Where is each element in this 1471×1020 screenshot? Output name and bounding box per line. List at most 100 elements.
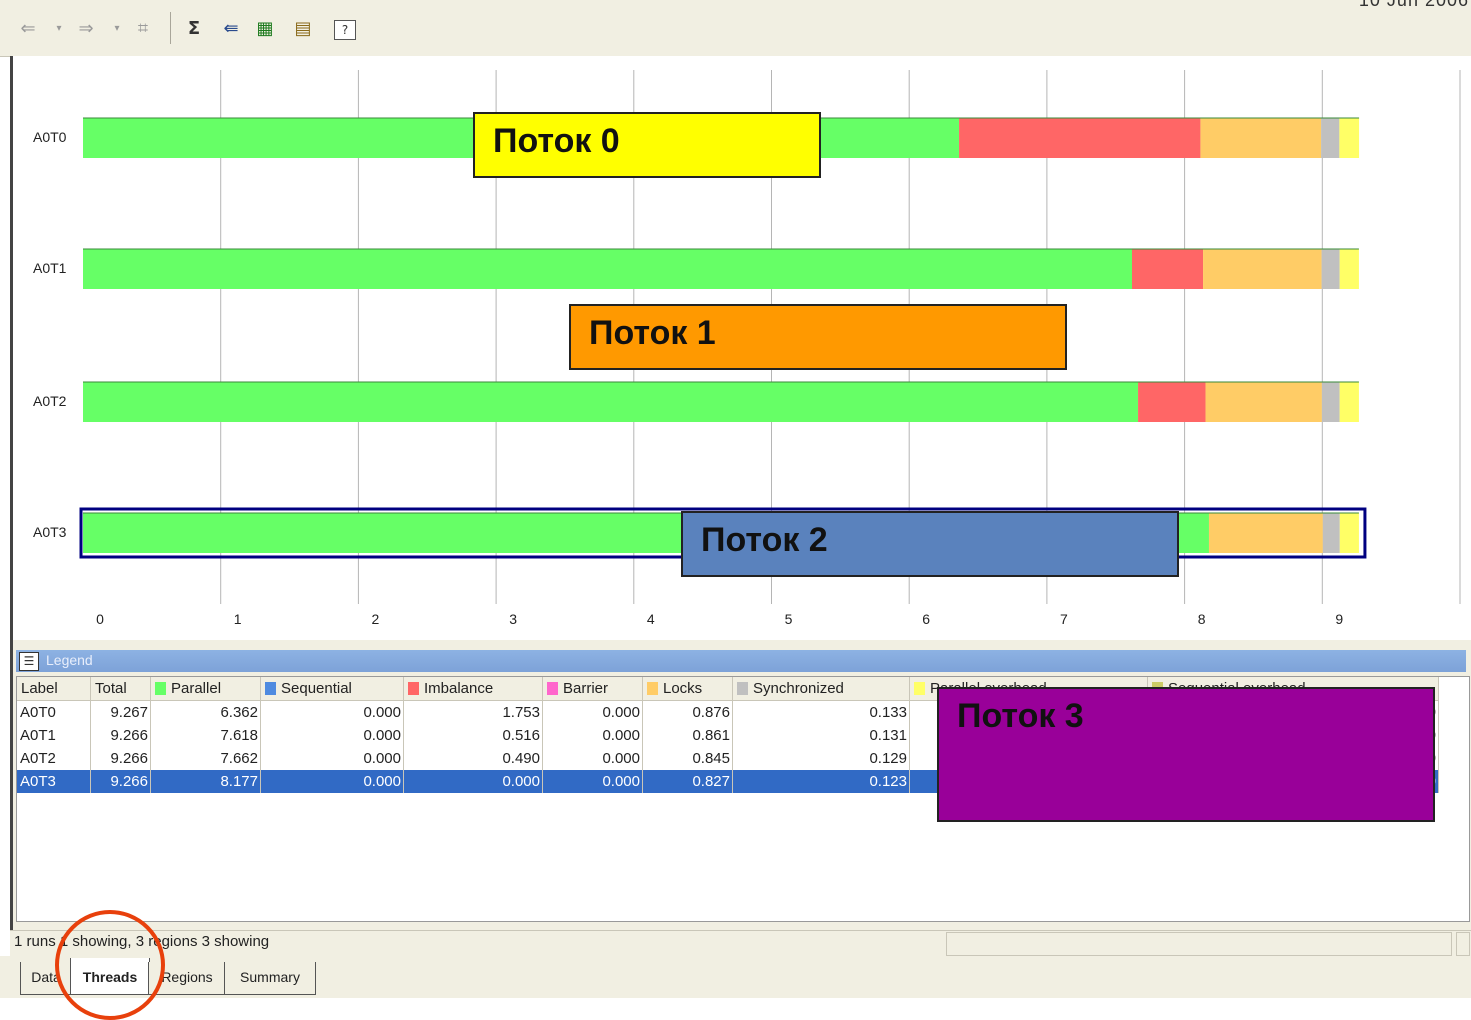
callout-thread-1: Поток 1 xyxy=(569,304,1067,370)
cell-locks: 0.827 xyxy=(642,770,733,793)
callout-thread-2: Поток 2 xyxy=(681,511,1179,577)
cell-sequential: 0.000 xyxy=(260,700,404,724)
legend-header xyxy=(16,650,1466,672)
cell-imbalance: 0.000 xyxy=(403,770,543,793)
cell-sequential: 0.000 xyxy=(260,724,404,747)
x-tick-label: 4 xyxy=(647,611,655,627)
col-barrier-text: Barrier xyxy=(563,680,609,697)
col-barrier[interactable]: Barrier xyxy=(542,677,643,701)
x-tick-label: 3 xyxy=(509,611,517,627)
callout-thread-3: Поток 3 xyxy=(937,687,1435,822)
cell-parallel: 8.177 xyxy=(150,770,261,793)
sigma-icon[interactable]: Σ xyxy=(184,18,204,40)
bar-segment-parallel-overhead xyxy=(1339,382,1359,422)
synchronized-swatch xyxy=(737,682,748,695)
bar-segment-synchronized xyxy=(1321,118,1340,158)
cell-barrier: 0.000 xyxy=(542,724,643,747)
dropdown-icon[interactable]: ▾ xyxy=(52,18,66,40)
parallel-swatch xyxy=(155,682,166,695)
col-locks[interactable]: Locks xyxy=(642,677,733,701)
cell-sequential: 0.000 xyxy=(260,770,404,793)
cell-locks: 0.876 xyxy=(642,700,733,724)
bar-segment-synchronized xyxy=(1321,249,1340,289)
cell-imbalance: 1.753 xyxy=(403,700,543,724)
x-tick-label: 9 xyxy=(1335,611,1343,627)
col-total[interactable]: Total xyxy=(90,677,151,701)
cell-total: 9.266 xyxy=(90,747,151,770)
toolbar-separator xyxy=(170,12,171,44)
x-tick-label: 2 xyxy=(372,611,380,627)
collapse-icon[interactable]: ⇚ xyxy=(220,18,242,40)
cell-barrier: 0.000 xyxy=(542,770,643,793)
cell-synchronized: 0.123 xyxy=(732,770,910,793)
forward-arrow-icon[interactable]: ⇒ xyxy=(76,18,96,40)
bar-segment-synchronized xyxy=(1321,382,1340,422)
bar-segment-parallel-overhead xyxy=(1339,513,1359,553)
bar-segment-imbalance xyxy=(1131,249,1204,289)
bar-segment-parallel-overhead xyxy=(1339,249,1359,289)
imbalance-swatch xyxy=(408,682,419,695)
help-icon[interactable]: ? xyxy=(334,20,356,40)
x-tick-label: 8 xyxy=(1198,611,1206,627)
bar-segment-imbalance xyxy=(1138,382,1206,422)
col-synchronized[interactable]: Synchronized xyxy=(732,677,910,701)
legend-title: Legend xyxy=(46,652,93,668)
bar-segment-locks xyxy=(1200,118,1322,158)
col-imbalance[interactable]: Imbalance xyxy=(403,677,543,701)
cell-label: A0T2 xyxy=(17,747,91,770)
locks-swatch xyxy=(647,682,658,695)
col-sequential[interactable]: Sequential xyxy=(260,677,404,701)
filter-icon[interactable]: ⌗ xyxy=(132,18,154,40)
callout-thread-3-text: Поток 3 xyxy=(957,697,1084,735)
tab-summary[interactable]: Summary xyxy=(224,962,316,995)
cell-total: 9.267 xyxy=(90,700,151,724)
callout-thread-0: Поток 0 xyxy=(473,112,821,178)
cell-total: 9.266 xyxy=(90,770,151,793)
col-locks-text: Locks xyxy=(663,680,703,697)
x-tick-label: 0 xyxy=(96,611,104,627)
back-arrow-icon[interactable]: ⇐ xyxy=(18,18,38,40)
date-label: 10 Jun 2006 xyxy=(1358,0,1469,10)
bar-segment-imbalance xyxy=(959,118,1201,158)
status-cell xyxy=(1456,932,1470,956)
cell-label: A0T3 xyxy=(17,770,91,793)
excel-export-icon[interactable]: ▦ xyxy=(254,18,276,40)
parallel-overhead-swatch xyxy=(914,682,925,695)
bar-segment-locks xyxy=(1205,382,1322,422)
cell-locks: 0.861 xyxy=(642,724,733,747)
col-synchronized-text: Synchronized xyxy=(753,680,844,697)
col-parallel[interactable]: Parallel xyxy=(150,677,261,701)
category-label: A0T0 xyxy=(33,129,67,145)
bar-segment-parallel xyxy=(83,382,1139,422)
cell-barrier: 0.000 xyxy=(542,700,643,724)
cell-parallel: 6.362 xyxy=(150,700,261,724)
col-label[interactable]: Label xyxy=(17,677,91,701)
callout-thread-0-text: Поток 0 xyxy=(493,122,620,160)
col-parallel-text: Parallel xyxy=(171,680,222,697)
callout-thread-2-text: Поток 2 xyxy=(701,521,828,559)
col-sequential-text: Sequential xyxy=(281,680,352,697)
cell-total: 9.266 xyxy=(90,724,151,747)
cell-parallel: 7.618 xyxy=(150,724,261,747)
category-label: A0T2 xyxy=(33,393,67,409)
window-icon[interactable]: ▤ xyxy=(292,18,314,40)
bar-segment-synchronized xyxy=(1322,513,1340,553)
bar-segment-parallel-overhead xyxy=(1339,118,1360,158)
bar-segment-locks xyxy=(1203,249,1322,289)
sequential-swatch xyxy=(265,682,276,695)
col-imbalance-text: Imbalance xyxy=(424,680,494,697)
cell-label: A0T1 xyxy=(17,724,91,747)
cell-imbalance: 0.490 xyxy=(403,747,543,770)
x-tick-label: 5 xyxy=(785,611,793,627)
cell-synchronized: 0.133 xyxy=(732,700,910,724)
cell-imbalance: 0.516 xyxy=(403,724,543,747)
callout-thread-1-text: Поток 1 xyxy=(589,314,716,352)
col-label-text: Label xyxy=(21,680,58,697)
cell-barrier: 0.000 xyxy=(542,747,643,770)
legend-list-icon: ☰ xyxy=(19,652,39,671)
cell-label: A0T0 xyxy=(17,700,91,724)
col-total-text: Total xyxy=(95,680,127,697)
bar-segment-locks xyxy=(1208,513,1323,553)
dropdown-icon[interactable]: ▾ xyxy=(110,18,124,40)
bar-segment-parallel xyxy=(83,249,1132,289)
